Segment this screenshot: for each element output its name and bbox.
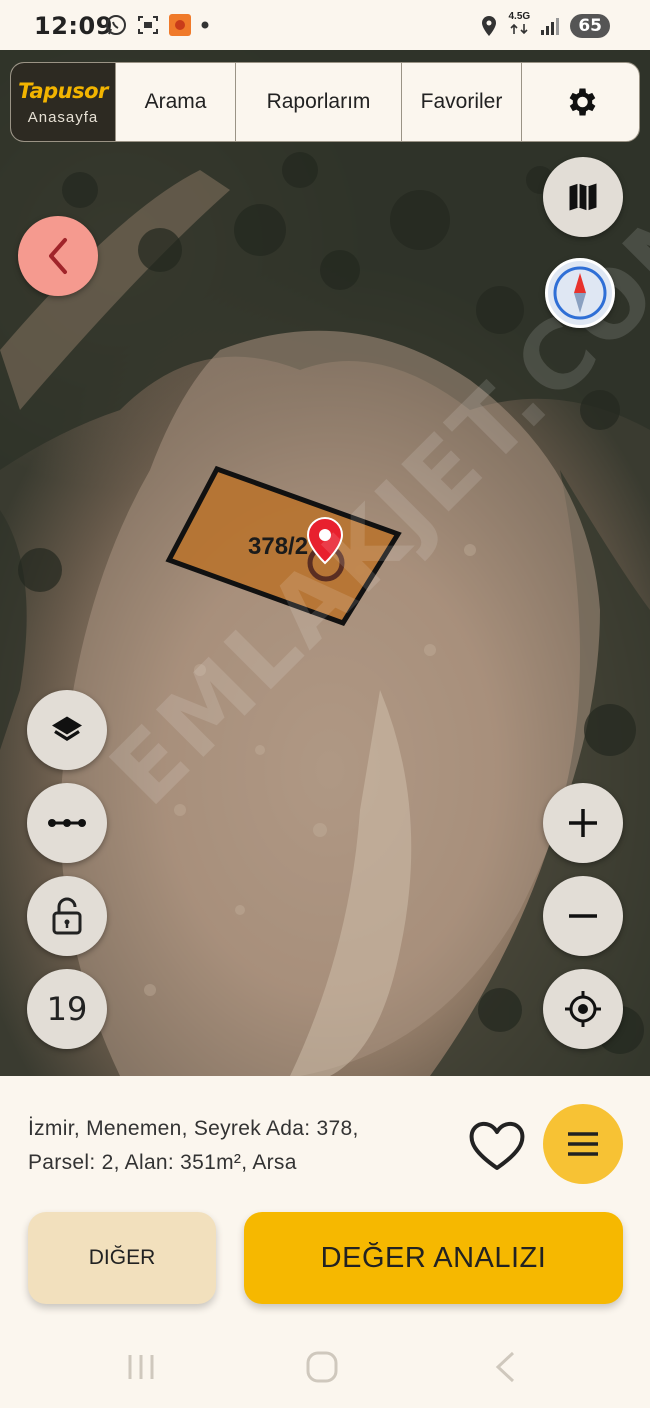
compass-icon [553, 266, 607, 320]
crosshair-icon [565, 991, 601, 1027]
home-button[interactable]: Tapusor Anasayfa [11, 63, 115, 141]
screenshot-icon [138, 16, 158, 34]
zoom-level-indicator[interactable]: 19 [27, 969, 107, 1049]
layers-button[interactable] [27, 690, 107, 770]
map-type-button[interactable] [543, 157, 623, 237]
parcel-location-line: İzmir, Menemen, Seyrek Ada: 378, [28, 1117, 359, 1140]
parcel-details: İzmir, Menemen, Seyrek Ada: 378, Parsel:… [28, 1112, 448, 1180]
hamburger-menu-icon [568, 1132, 598, 1156]
status-bar: 12:09 4.5G 65 [0, 0, 650, 50]
plus-icon [569, 809, 597, 837]
home-icon[interactable] [305, 1350, 339, 1384]
brand-logo: Tapusor [18, 78, 108, 103]
other-button[interactable]: DIĞER [28, 1212, 216, 1304]
system-status-icons: 4.5G 65 [480, 12, 610, 40]
notification-icons [104, 13, 210, 37]
unlock-icon [52, 897, 82, 935]
status-time: 12:09 [34, 12, 113, 40]
dot-icon [201, 21, 209, 29]
zoom-in-button[interactable] [543, 783, 623, 863]
app-notification-icon [169, 14, 191, 36]
top-nav-bar: Tapusor Anasayfa Arama Raporlarım Favori… [10, 62, 640, 142]
back-button[interactable] [18, 216, 98, 296]
whatsapp-icon [106, 15, 126, 35]
back-nav-icon[interactable] [492, 1350, 518, 1384]
zoom-out-button[interactable] [543, 876, 623, 956]
tab-reports[interactable]: Raporlarım [235, 63, 401, 141]
parcel-attributes-line: Parsel: 2, Alan: 351m², Arsa [28, 1151, 297, 1174]
menu-button[interactable] [543, 1104, 623, 1184]
gear-icon [569, 88, 595, 116]
chevron-left-icon [49, 238, 67, 274]
heart-icon [469, 1121, 525, 1170]
tab-favorites[interactable]: Favoriler [401, 63, 521, 141]
my-location-button[interactable] [543, 969, 623, 1049]
measure-button[interactable] [27, 783, 107, 863]
zoom-level-value: 19 [46, 990, 88, 1028]
signal-icon [541, 18, 560, 35]
lock-button[interactable] [27, 876, 107, 956]
data-arrows-icon [510, 23, 528, 35]
layers-icon [52, 716, 82, 741]
tab-search[interactable]: Arama [115, 63, 235, 141]
recent-apps-icon[interactable] [124, 1352, 158, 1382]
home-label: Anasayfa [27, 108, 99, 126]
value-analysis-button[interactable]: DEĞER ANALIZI [244, 1212, 623, 1304]
location-icon [482, 16, 497, 36]
network-indicator: 4.5G [508, 12, 530, 40]
battery-level: 65 [570, 14, 610, 38]
minus-icon [569, 914, 597, 918]
network-type: 4.5G [508, 11, 531, 22]
favorite-button[interactable] [466, 1116, 528, 1174]
measure-line-icon [48, 819, 86, 827]
compass-button[interactable] [545, 258, 615, 328]
settings-button[interactable] [521, 63, 639, 141]
system-navigation-bar [0, 1328, 650, 1408]
map-icon [569, 183, 597, 211]
